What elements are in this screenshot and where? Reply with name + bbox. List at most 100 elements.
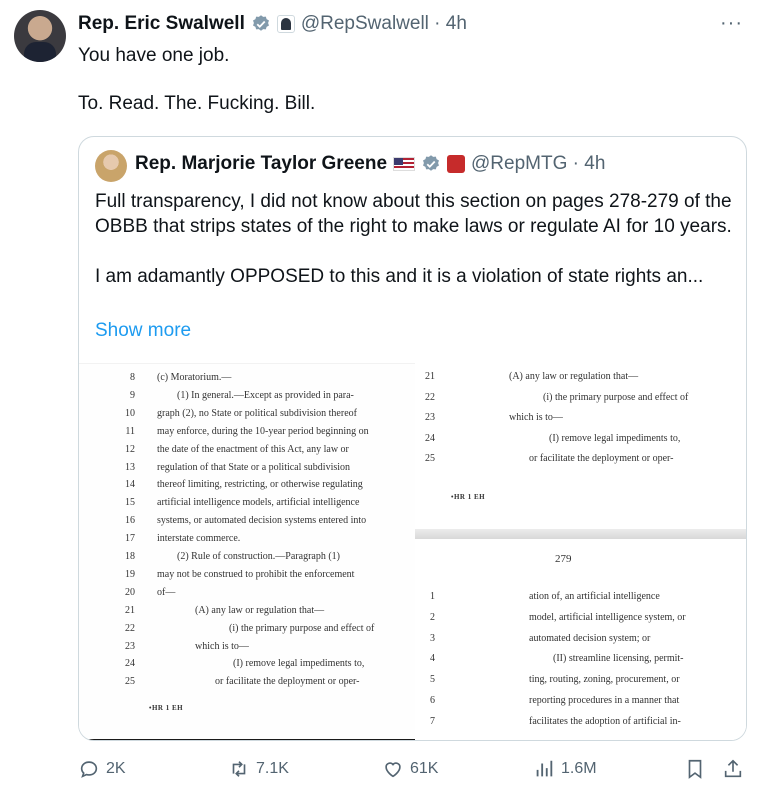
show-more-link[interactable]: Show more xyxy=(95,320,191,342)
bill-line-number: 24 xyxy=(425,432,435,444)
heart-icon xyxy=(385,762,401,778)
share-icon xyxy=(724,759,742,778)
bill-line-number: 2 xyxy=(430,611,435,623)
us-flag-icon xyxy=(393,157,416,171)
image-edge-divider xyxy=(79,739,415,740)
quoted-author-name[interactable]: Rep. Marjorie Taylor Greene xyxy=(135,153,387,175)
tweet-text: You have one job. To. Read. The. Fucking… xyxy=(78,44,315,116)
bill-line-number: 22 xyxy=(425,391,435,403)
bill-line-number: 22 xyxy=(125,622,135,634)
bill-line-text: reporting procedures in a manner that xyxy=(529,695,680,706)
bill-line-number: 21 xyxy=(125,604,135,616)
bill-line-text: which is to— xyxy=(509,412,563,423)
bill-line-number: 12 xyxy=(125,443,135,455)
bill-line-text: (I) remove legal impediments to, xyxy=(233,658,365,670)
reply-button[interactable]: 2K xyxy=(78,758,126,780)
page-number: 279 xyxy=(555,553,572,565)
analytics-icon xyxy=(536,760,553,777)
quoted-text-paragraph: I am adamantly OPPOSED to this and it is… xyxy=(95,266,704,287)
repost-button[interactable]: 7.1K xyxy=(228,758,289,780)
bill-line-number: 25 xyxy=(425,453,435,464)
author-handle-time[interactable]: @RepSwalwell · 4h xyxy=(301,13,467,35)
bill-line-number: 18 xyxy=(125,551,135,562)
verified-badge-icon xyxy=(423,155,440,171)
bookmark-icon xyxy=(688,759,702,779)
bill-footer-tag: •HR 1 EH xyxy=(149,704,184,712)
bill-page-image-left[interactable]: 8 (c) Moratorium.— 9 (1) In general.—Except… xyxy=(79,363,415,740)
author-avatar[interactable] xyxy=(14,10,66,62)
author-name[interactable]: Rep. Eric Swalwell xyxy=(78,13,245,35)
bill-line-text: or facilitate the deployment or oper- xyxy=(215,676,360,688)
bill-line-number: 1 xyxy=(430,591,435,602)
bill-line-text: (A) any law or regulation that— xyxy=(509,371,639,382)
tweet-text-line: You have one job. xyxy=(78,45,230,66)
page-separator xyxy=(415,529,746,539)
bill-line-number: 5 xyxy=(430,674,435,686)
bill-footer-tag: •HR 1 EH xyxy=(451,493,486,501)
quoted-tweet-header: Rep. Marjorie Taylor Greene @RepMTG · 4h xyxy=(135,153,605,175)
bill-line-number: 3 xyxy=(430,632,435,644)
tweet-action-bar: 2K 7.1K 61K 1.6M xyxy=(0,752,765,788)
bill-line-text: interstate commerce. xyxy=(157,533,241,545)
bill-line-text: (2) Rule of construction.—Paragraph (1) xyxy=(177,551,341,562)
bill-page-image-right[interactable]: 21 (A) any law or regulation that— 22 (i) t… xyxy=(415,363,746,740)
repost-count: 7.1K xyxy=(256,760,289,777)
like-button[interactable]: 61K xyxy=(382,758,438,780)
bill-line-text: may not be construed to prohibit the enf… xyxy=(157,568,355,580)
repost-icon xyxy=(232,761,246,777)
bill-line-number: 20 xyxy=(125,586,135,598)
more-options-icon[interactable]: ··· xyxy=(720,12,743,35)
bill-line-number: 9 xyxy=(130,389,135,401)
quoted-tweet-text: Full transparency, I did not know about … xyxy=(95,189,735,289)
bill-line-number: 11 xyxy=(125,425,135,437)
bill-line-text: (II) streamline licensing, permit- xyxy=(553,653,684,665)
reply-icon xyxy=(80,761,98,778)
bill-line-text: (i) the primary purpose and effect of xyxy=(229,622,375,634)
views-button[interactable]: 1.6M xyxy=(533,758,597,780)
bill-line-number: 23 xyxy=(125,640,135,652)
bill-line-number: 14 xyxy=(125,479,135,491)
bill-line-text: (A) any law or regulation that— xyxy=(195,604,325,616)
bill-line-number: 23 xyxy=(425,412,435,423)
share-button[interactable] xyxy=(722,758,744,780)
bill-line-text: which is to— xyxy=(195,640,249,652)
bill-line-number: 13 xyxy=(125,461,135,473)
bill-line-text: thereof limiting, restricting, or otherw… xyxy=(157,479,363,491)
bill-line-text: may enforce, during the 10-year period b… xyxy=(157,425,369,437)
bill-line-text: facilitates the adoption of artificial i… xyxy=(529,715,681,727)
bill-line-text: ting, routing, zoning, procurement, or xyxy=(529,674,680,686)
reply-count: 2K xyxy=(106,760,126,777)
bill-line-number: 17 xyxy=(125,533,135,545)
tweet-text-line: To. Read. The. Fucking. Bill. xyxy=(78,93,316,114)
bill-line-text: the date of the enactment of this Act, a… xyxy=(157,443,349,455)
verified-badge-icon xyxy=(252,15,269,31)
bill-line-text: (c) Moratorium.— xyxy=(157,372,232,383)
bill-line-text: artificial intelligence models, artifici… xyxy=(157,497,360,509)
bill-line-text: model, artificial intelligence system, o… xyxy=(529,611,686,623)
bill-line-text: or facilitate the deployment or oper- xyxy=(529,453,674,464)
bill-line-text: (i) the primary purpose and effect of xyxy=(543,391,689,403)
bill-line-number: 19 xyxy=(125,568,135,580)
view-count: 1.6M xyxy=(561,760,597,777)
bill-page-top: 21 (A) any law or regulation that— 22 (i) t… xyxy=(415,363,746,529)
bill-line-text: regulation of that State or a political … xyxy=(157,461,351,473)
bill-line-number: 21 xyxy=(425,371,435,382)
bill-line-text: (I) remove legal impediments to, xyxy=(549,432,681,444)
bill-line-number: 15 xyxy=(125,497,135,509)
quoted-author-handle-time[interactable]: @RepMTG · 4h xyxy=(471,153,605,175)
quoted-tweet[interactable]: Rep. Marjorie Taylor Greene @RepMTG · 4h… xyxy=(78,136,747,741)
bill-line-text: systems, or automated decision systems e… xyxy=(157,515,367,527)
bill-page-bottom: 279 1 ation of, an artificial intelligenc… xyxy=(415,539,746,740)
bill-line-number: 4 xyxy=(430,653,435,665)
quoted-author-avatar[interactable] xyxy=(95,150,127,182)
quoted-text-paragraph: Full transparency, I did not know about … xyxy=(95,191,732,237)
bill-line-text: of— xyxy=(157,586,176,598)
government-affiliation-icon xyxy=(276,15,295,33)
bookmark-button[interactable] xyxy=(684,758,706,780)
bill-line-number: 10 xyxy=(125,407,135,419)
bill-line-text: automated decision system; or xyxy=(529,632,651,644)
bill-line-number: 16 xyxy=(125,515,135,527)
bill-line-text: ation of, an artificial intelligence xyxy=(529,591,660,602)
bill-line-text: graph (2), no State or political subdivi… xyxy=(157,407,357,419)
bill-line-number: 7 xyxy=(430,715,435,727)
